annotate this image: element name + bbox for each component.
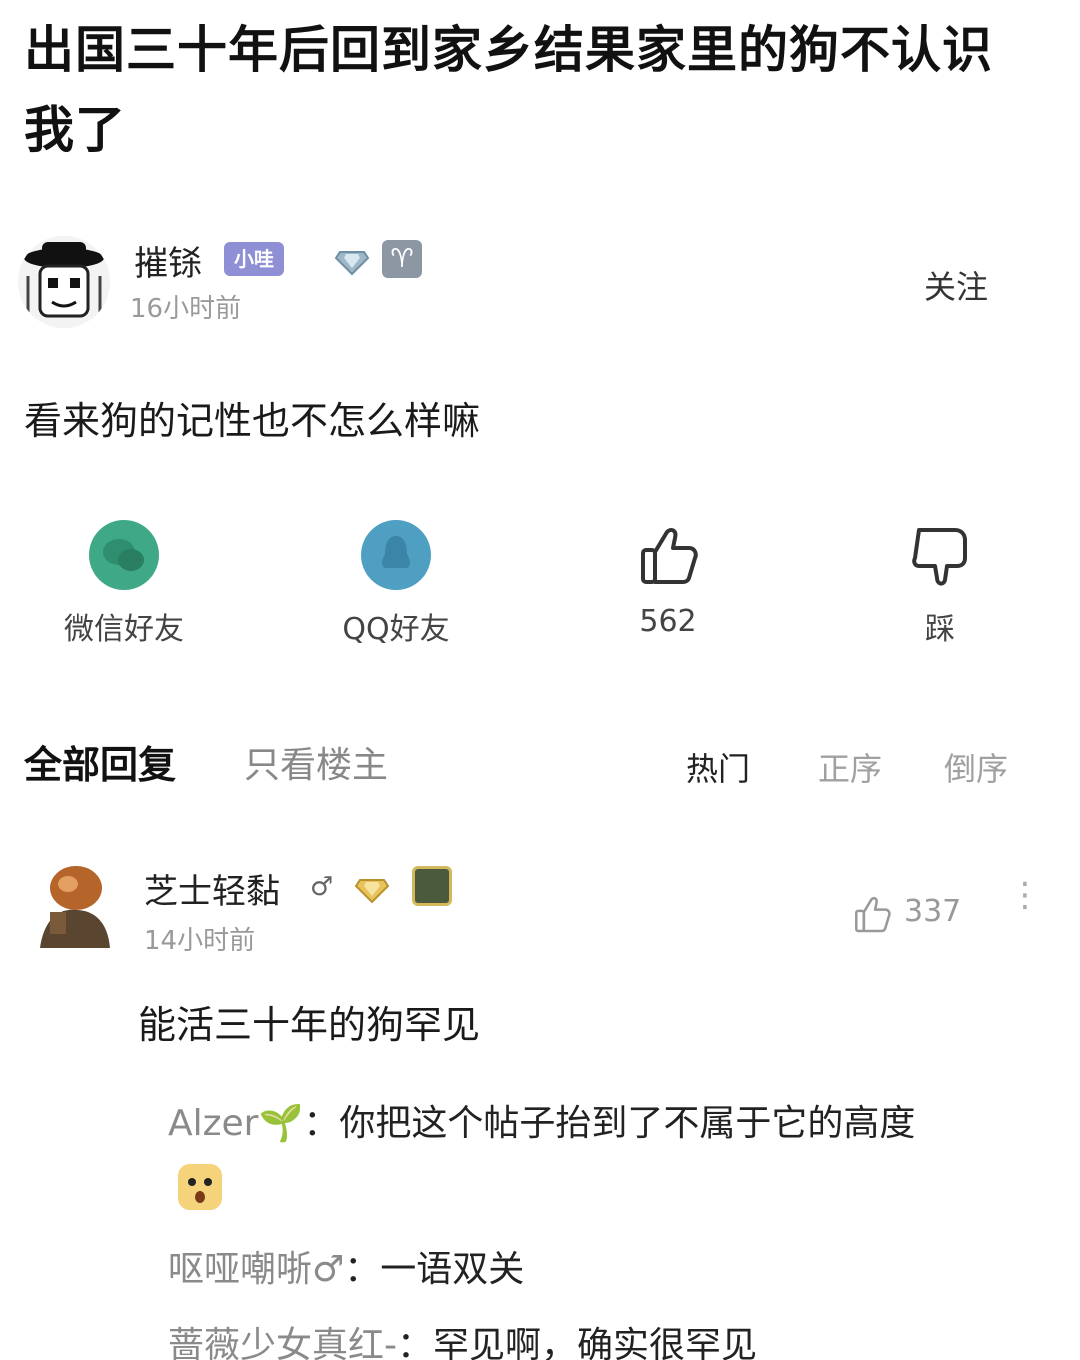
diamond-icon	[334, 242, 370, 278]
author-name[interactable]: 摧铩	[134, 236, 202, 285]
comment-time: 14小时前	[144, 926, 256, 956]
wechat-icon	[89, 520, 159, 590]
thumbs-up-icon	[633, 520, 703, 590]
gender-male-icon: ♂	[310, 872, 334, 902]
sub-reply-text: 你把这个帖子抬到了不属于它的高度	[339, 1103, 916, 1144]
commenter-name[interactable]: 芝士轻黏	[144, 864, 280, 913]
sub-reply-separator: ：	[344, 1249, 381, 1290]
qq-icon	[361, 520, 431, 590]
comment-like-icon[interactable]	[850, 892, 894, 936]
medal-icon	[412, 866, 452, 906]
sort-ascending[interactable]: 正序	[818, 744, 882, 790]
share-wechat-button[interactable]: 微信好友	[24, 520, 224, 648]
comment-body: 能活三十年的狗罕见	[138, 1003, 481, 1047]
sub-reply[interactable]: 蔷薇少女真红-：罕见啊，确实很罕见	[168, 1316, 757, 1360]
comment-like-count: 337	[904, 894, 962, 929]
author-avatar[interactable]	[18, 236, 110, 328]
gold-diamond-icon	[354, 870, 390, 906]
sort-hot[interactable]: 热门	[686, 744, 750, 790]
commenter-avatar[interactable]	[30, 860, 118, 952]
more-options-icon[interactable]: ⋮	[1008, 878, 1042, 912]
tab-all-replies[interactable]: 全部回复	[24, 734, 176, 789]
sub-reply-text: 罕见啊，确实很罕见	[433, 1325, 758, 1360]
post-header: 摧铩 小哇 ♈ 16小时前 关注	[18, 232, 1058, 332]
wechat-label: 微信好友	[64, 612, 184, 647]
thumbs-down-icon	[905, 520, 975, 590]
sub-reply-user[interactable]: Alzer🌱	[168, 1103, 303, 1144]
level-badge: 小哇	[224, 242, 284, 276]
post-time: 16小时前	[130, 294, 242, 324]
post-body: 看来狗的记性也不怎么样嘛	[24, 399, 481, 443]
like-count: 562	[639, 604, 697, 639]
sort-descending[interactable]: 倒序	[944, 744, 1008, 790]
dislike-button[interactable]: 踩	[840, 520, 1040, 648]
tab-op-only[interactable]: 只看楼主	[244, 736, 388, 788]
share-qq-button[interactable]: QQ好友	[296, 520, 496, 648]
dislike-label: 踩	[925, 612, 955, 647]
follow-button[interactable]: 关注	[924, 262, 988, 308]
qq-label: QQ好友	[342, 612, 450, 647]
post-title: 出国三十年后回到家乡结果家里的狗不认识我了	[24, 21, 993, 159]
sub-reply[interactable]: Alzer🌱：你把这个帖子抬到了不属于它的高度	[168, 1094, 915, 1146]
like-button[interactable]: 562	[568, 520, 768, 639]
sub-reply-user[interactable]: 蔷薇少女真红-	[168, 1325, 397, 1360]
sub-reply-text: 一语双关	[380, 1249, 525, 1290]
zodiac-icon: ♈	[382, 240, 422, 278]
sub-reply[interactable]: 呕哑嘲哳♂：一语双关	[168, 1240, 524, 1292]
surprised-face-emoji-icon	[178, 1164, 222, 1210]
share-actions: 微信好友 QQ好友 562 踩	[0, 520, 1080, 650]
sub-reply-separator: ：	[303, 1103, 340, 1144]
sub-reply-separator: ：	[397, 1325, 434, 1360]
reply-tabs: 全部回复 只看楼主 热门 正序 倒序	[24, 730, 1064, 790]
sub-reply-user[interactable]: 呕哑嘲哳♂	[168, 1249, 344, 1290]
